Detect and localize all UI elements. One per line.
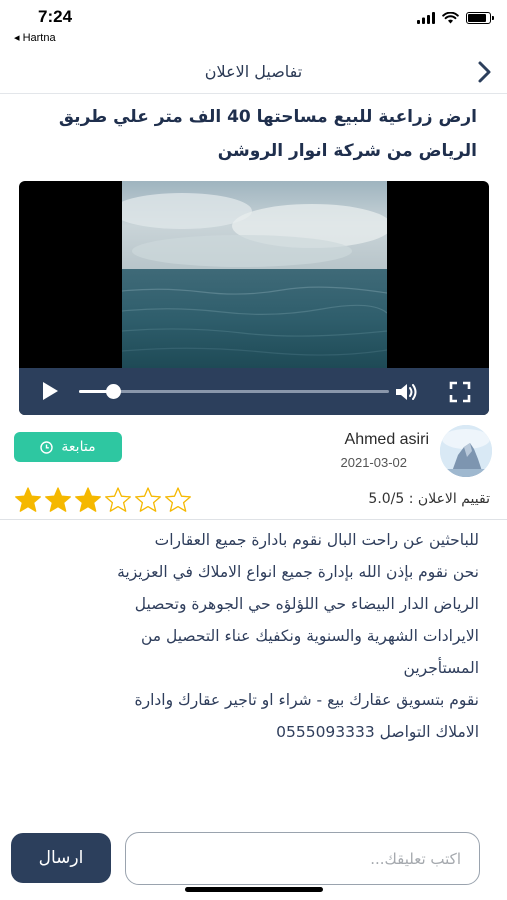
battery-level <box>468 14 486 22</box>
divider <box>0 519 507 520</box>
star-filled-icon <box>75 487 101 512</box>
description-line: المستأجرين <box>403 659 479 677</box>
send-button[interactable]: ارسال <box>11 833 111 883</box>
ad-description: للباحثين عن راحت البال نقوم بادارة جميع … <box>22 524 479 748</box>
fullscreen-icon[interactable] <box>448 380 472 404</box>
follow-label: متابعة <box>61 439 96 455</box>
video-frame[interactable] <box>122 181 387 368</box>
video-controls <box>19 368 489 415</box>
rating-label: تقييم الاعلان : 5.0/5 <box>368 491 490 507</box>
follow-button[interactable]: متابعة <box>14 432 122 462</box>
home-indicator <box>185 887 323 892</box>
page-title: تفاصيل الاعلان <box>204 62 303 81</box>
star-empty-icon <box>135 487 161 512</box>
wifi-icon <box>442 12 459 24</box>
status-time: 7:24 <box>38 7 73 26</box>
description-line: للباحثين عن راحت البال نقوم بادارة جميع … <box>154 531 479 549</box>
description-line: الاملاك التواصل 0555093333 <box>276 723 479 741</box>
avatar[interactable] <box>440 425 492 477</box>
star-empty-icon <box>105 487 131 512</box>
description-line: نقوم بتسويق عقارك بيع - شراء او تاجير عق… <box>134 691 479 709</box>
author-name[interactable]: Ahmed asiri <box>345 431 429 449</box>
status-bar: 7:24 ◂ Hartna <box>0 0 507 46</box>
ad-title: ارض زراعية للبيع مساحتها 40 الف متر علي … <box>58 107 477 161</box>
signal-icon <box>417 12 435 24</box>
post-date: 2021-03-02 <box>340 455 408 470</box>
video-thumbnail <box>122 181 387 368</box>
play-icon[interactable] <box>41 381 59 401</box>
description-line: الايرادات الشهرية والسنوية ونكفيك عناء ا… <box>140 627 479 645</box>
star-filled-icon <box>15 487 41 512</box>
star-filled-icon <box>45 487 71 512</box>
description-line: الرياض الدار البيضاء حي اللؤلؤه حي الجوه… <box>134 595 479 613</box>
description-line: نحن نقوم بإذن الله بإدارة جميع انواع الا… <box>117 563 479 581</box>
clock-icon <box>40 440 54 454</box>
status-icons <box>417 12 494 24</box>
rating-stars <box>14 486 192 514</box>
star-empty-icon <box>165 487 191 512</box>
video-player[interactable] <box>19 181 489 415</box>
nav-bar: تفاصيل الاعلان <box>0 52 507 94</box>
seek-thumb[interactable] <box>106 384 122 399</box>
volume-icon[interactable] <box>394 381 418 403</box>
video-seek-bar[interactable] <box>79 384 389 399</box>
chevron-right-icon[interactable] <box>473 57 495 87</box>
battery-icon <box>466 12 494 24</box>
back-to-app-link[interactable]: ◂ Hartna <box>14 31 56 44</box>
comment-input[interactable] <box>125 832 480 885</box>
